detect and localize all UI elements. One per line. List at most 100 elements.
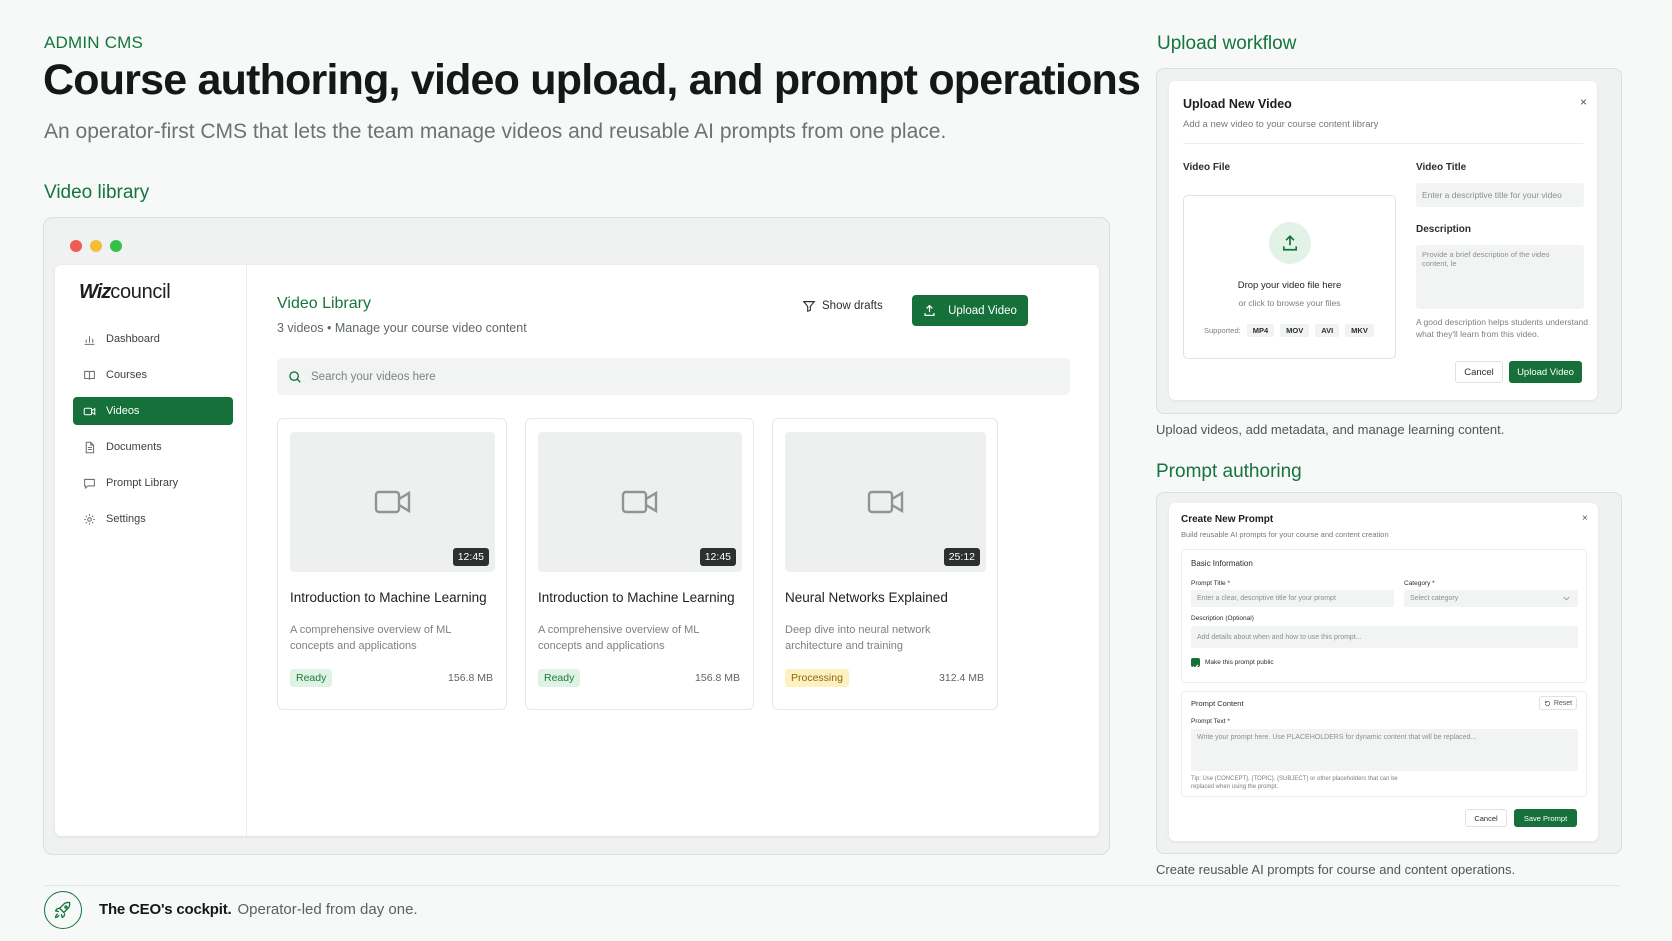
status-badge: Processing: [785, 669, 849, 687]
reset-button[interactable]: Reset: [1539, 696, 1577, 710]
sidebar-nav: Dashboard Courses Videos Documents Promp…: [73, 325, 233, 541]
prompt-modal-title: Create New Prompt: [1181, 514, 1274, 525]
main-content: Video Library 3 videos • Manage your cou…: [247, 265, 1099, 836]
video-thumbnail[interactable]: 12:45: [538, 432, 742, 572]
browser-window: Wizcouncil Dashboard Courses Videos Docu…: [43, 217, 1110, 855]
video-title: Introduction to Machine Learning: [538, 590, 735, 605]
sidebar: Wizcouncil Dashboard Courses Videos Docu…: [55, 265, 247, 836]
filter-icon: [802, 301, 816, 313]
category-select[interactable]: Select category: [1404, 590, 1578, 607]
prompt-modal-subtitle: Build reusable AI prompts for your cours…: [1181, 530, 1389, 539]
video-card[interactable]: 12:45 Introduction to Machine Learning A…: [525, 418, 754, 710]
upload-caption: Upload videos, add metadata, and manage …: [1156, 422, 1505, 437]
format-badge: MOV: [1280, 324, 1310, 337]
video-camera-icon: [374, 490, 410, 514]
page-title: Course authoring, video upload, and prom…: [43, 56, 1141, 104]
message-icon: [84, 478, 95, 489]
upload-workflow-panel: Upload New Video Add a new video to your…: [1156, 68, 1622, 414]
video-title: Introduction to Machine Learning: [290, 590, 487, 605]
format-badge: MKV: [1345, 324, 1374, 337]
prompt-modal: Create New Prompt Build reusable AI prom…: [1169, 503, 1598, 841]
section-upload-workflow: Upload workflow: [1157, 33, 1297, 54]
bar-chart-icon: [84, 335, 95, 345]
save-prompt-button[interactable]: Save Prompt: [1514, 809, 1577, 827]
sidebar-item-courses[interactable]: Courses: [73, 361, 233, 389]
upload-circle: [1269, 222, 1311, 264]
prompt-tip: Tip: Use {CONCEPT}, {TOPIC}, {SUBJECT} o…: [1191, 776, 1398, 790]
rocket-badge: [44, 891, 82, 929]
video-description: A comprehensive overview of ML concepts …: [290, 624, 451, 652]
public-checkbox[interactable]: [1191, 658, 1200, 670]
video-thumbnail[interactable]: 25:12: [785, 432, 986, 572]
library-subtitle: 3 videos • Manage your course video cont…: [277, 321, 527, 335]
close-icon[interactable]: ×: [1582, 513, 1588, 524]
upload-modal-subtitle: Add a new video to your course content l…: [1183, 119, 1379, 130]
duration-badge: 25:12: [943, 548, 980, 566]
show-drafts-button[interactable]: Show drafts: [802, 299, 883, 313]
category-label: Category *: [1404, 580, 1435, 587]
prompt-content-card: Prompt Content Reset Prompt Text * Write…: [1181, 691, 1587, 797]
sidebar-item-videos[interactable]: Videos: [73, 397, 233, 425]
description-textarea[interactable]: [1416, 245, 1584, 309]
status-badge: Ready: [538, 669, 581, 687]
file-size: 312.4 MB: [939, 672, 984, 684]
cancel-button[interactable]: Cancel: [1455, 361, 1503, 383]
window-controls: [70, 240, 122, 252]
video-description: A comprehensive overview of ML concepts …: [538, 624, 699, 652]
file-size: 156.8 MB: [695, 672, 740, 684]
search-bar[interactable]: [277, 358, 1070, 395]
search-input[interactable]: [311, 370, 1011, 383]
sidebar-item-dashboard[interactable]: Dashboard: [73, 325, 233, 353]
rocket-icon: [54, 901, 71, 919]
video-camera-icon: [867, 490, 903, 514]
video-file-label: Video File: [1183, 162, 1231, 173]
basic-info-heading: Basic Information: [1191, 559, 1253, 568]
check-icon: [1192, 664, 1199, 670]
library-title: Video Library: [277, 295, 371, 312]
logo: Wizcouncil: [79, 281, 171, 303]
prompt-description-input[interactable]: Add details about when and how to use th…: [1191, 626, 1578, 648]
file-dropzone[interactable]: Drop your video file here or click to br…: [1183, 195, 1396, 359]
upload-modal: Upload New Video Add a new video to your…: [1169, 81, 1597, 400]
prompt-title-input[interactable]: Enter a clear, descriptive title for you…: [1191, 590, 1394, 607]
video-title-input[interactable]: [1416, 183, 1584, 207]
book-icon: [84, 370, 95, 380]
description-hint: A good description helps students unders…: [1416, 317, 1589, 339]
prompt-text-textarea[interactable]: Write your prompt here. Use PLACEHOLDERS…: [1191, 729, 1578, 771]
minimize-dot[interactable]: [90, 240, 102, 252]
eyebrow: ADMIN CMS: [44, 33, 144, 52]
prompt-caption: Create reusable AI prompts for course an…: [1156, 862, 1516, 877]
status-badge: Ready: [290, 669, 333, 687]
dropzone-title: Drop your video file here: [1237, 280, 1342, 291]
prompt-text-label: Prompt Text *: [1191, 718, 1230, 725]
cancel-button[interactable]: Cancel: [1465, 809, 1507, 827]
sidebar-item-documents[interactable]: Documents: [73, 433, 233, 461]
upload-submit-button[interactable]: Upload Video: [1509, 361, 1582, 383]
document-icon: [85, 441, 95, 453]
description-label: Description (Optional): [1191, 615, 1254, 622]
video-title: Neural Networks Explained: [785, 590, 948, 605]
video-description: Deep dive into neural network architectu…: [785, 624, 931, 652]
footer-divider: [44, 885, 1620, 886]
upload-modal-title: Upload New Video: [1183, 97, 1292, 111]
maximize-dot[interactable]: [110, 240, 122, 252]
supported-formats: Supported: MP4 MOV AVI MKV: [1204, 324, 1374, 337]
sidebar-item-prompt-library[interactable]: Prompt Library: [73, 469, 233, 497]
public-label: Make this prompt public: [1205, 659, 1274, 666]
close-dot[interactable]: [70, 240, 82, 252]
close-icon[interactable]: ×: [1580, 95, 1587, 109]
chevron-down-icon: [1563, 596, 1570, 601]
prompt-content-heading: Prompt Content: [1191, 699, 1244, 708]
format-badge: AVI: [1315, 324, 1340, 337]
section-prompt-authoring: Prompt authoring: [1156, 461, 1302, 482]
upload-video-button[interactable]: Upload Video: [912, 295, 1028, 326]
video-card[interactable]: 25:12 Neural Networks Explained Deep div…: [772, 418, 998, 710]
video-card[interactable]: 12:45 Introduction to Machine Learning A…: [277, 418, 507, 710]
duration-badge: 12:45: [699, 548, 736, 566]
upload-icon: [924, 304, 935, 316]
video-thumbnail[interactable]: 12:45: [290, 432, 495, 572]
sidebar-item-settings[interactable]: Settings: [73, 505, 233, 533]
page-subtitle: An operator-first CMS that lets the team…: [44, 120, 947, 143]
reset-icon: [1544, 700, 1550, 706]
dropzone-subtitle: or click to browse your files: [1238, 298, 1341, 308]
